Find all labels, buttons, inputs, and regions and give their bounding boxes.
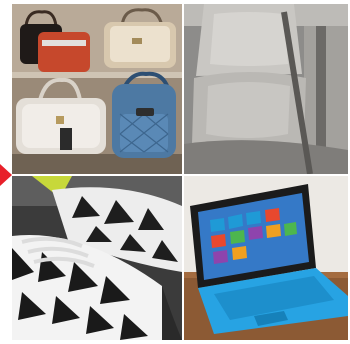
product-image-collage (0, 0, 350, 344)
sneakers-photo[interactable] (12, 176, 182, 340)
handbags-photo[interactable] (12, 4, 182, 174)
car-seat-photo[interactable] (184, 4, 348, 174)
red-triangle-indicator (0, 164, 12, 186)
tablet-photo[interactable] (184, 176, 348, 340)
